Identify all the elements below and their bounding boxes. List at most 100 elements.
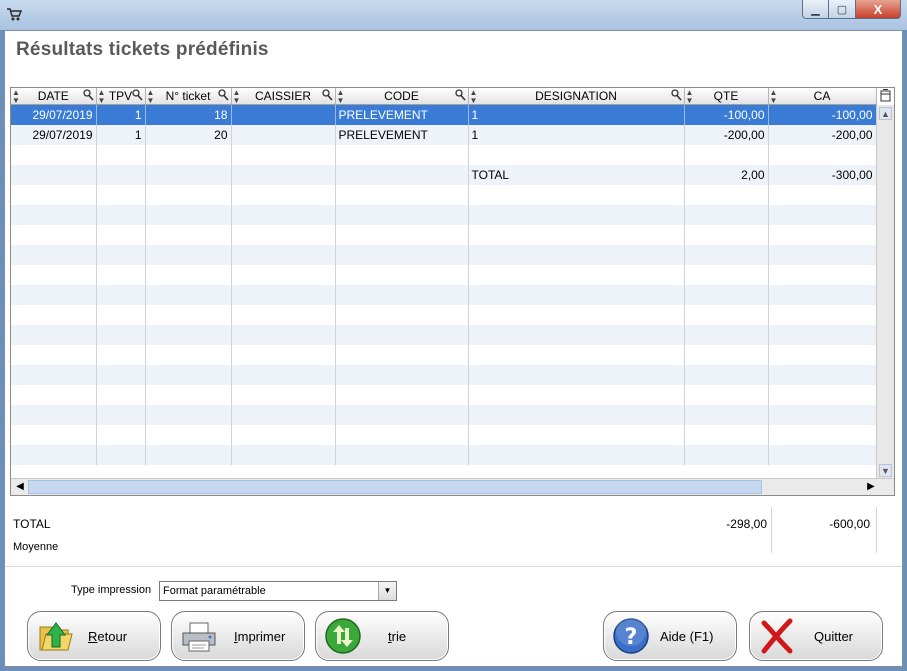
table-cell-ticket: [145, 345, 232, 365]
table-header: ▲ ▼ DATE ▲ ▼ TPV ▲ ▼ N° ticket ▲ ▼ CAISSIER ▲ ▼ CO…: [11, 88, 877, 105]
scroll-right-icon[interactable]: ▶: [864, 480, 878, 494]
scroll-thumb[interactable]: [28, 480, 762, 494]
table-cell-date: 29/07/2019: [11, 125, 97, 145]
window-controls: ▁ ▢ X: [802, 0, 901, 20]
table-row[interactable]: [11, 385, 877, 405]
col-header-code[interactable]: ▲ ▼ CODE: [335, 88, 469, 105]
footer-total-qte: -298,00: [726, 517, 767, 531]
table-cell-ca: [768, 325, 877, 345]
table-cell-caissier: [231, 325, 336, 345]
table-cell-tpv: [96, 425, 146, 445]
table-cell-code: PRELEVEMENT: [335, 125, 469, 145]
shopping-cart-icon: [7, 8, 22, 21]
scroll-up-icon[interactable]: ▲: [879, 107, 892, 120]
table-cell-caissier: [231, 405, 336, 425]
col-header-ticket[interactable]: ▲ ▼ N° ticket: [145, 88, 232, 105]
search-icon[interactable]: [454, 89, 466, 101]
trie-button[interactable]: trie: [315, 611, 449, 661]
separator: [5, 566, 902, 567]
search-icon[interactable]: [131, 89, 143, 101]
table-cell-designation: [468, 145, 685, 165]
table-cell-designation: [468, 285, 685, 305]
table-row[interactable]: [11, 185, 877, 205]
table-row[interactable]: [11, 425, 877, 445]
table-row[interactable]: [11, 225, 877, 245]
vertical-scrollbar[interactable]: ▲ ▼: [876, 105, 894, 479]
table-row[interactable]: [11, 305, 877, 325]
red-x-icon: [761, 618, 793, 654]
col-header-caissier[interactable]: ▲ ▼ CAISSIER: [231, 88, 336, 105]
minimize-button[interactable]: ▁: [802, 0, 829, 19]
quitter-button[interactable]: Quitter: [749, 611, 883, 661]
table-cell-caissier: [231, 245, 336, 265]
sort-icon: ▲ ▼: [336, 88, 345, 105]
table-cell-ticket: [145, 285, 232, 305]
table-cell-date: [11, 165, 97, 185]
print-type-select[interactable]: Format paramétrable ▼: [159, 581, 397, 601]
table-row[interactable]: [11, 205, 877, 225]
table-row[interactable]: [11, 245, 877, 265]
table-row[interactable]: [11, 445, 877, 465]
table-row[interactable]: [11, 405, 877, 425]
green-sort-arrows-icon: [325, 618, 361, 654]
footer-divider: [771, 507, 772, 553]
col-header-designation[interactable]: ▲ ▼ DESIGNATION: [468, 88, 685, 105]
table-cell-code: [335, 285, 469, 305]
trie-label: trie: [388, 629, 407, 644]
table-row[interactable]: [11, 365, 877, 385]
print-type-label: Type impression: [71, 584, 152, 596]
table-cell-code: PRELEVEMENT: [335, 104, 469, 125]
col-header-ca[interactable]: ▲ ▼ CA: [768, 88, 877, 105]
table-cell-qte: [684, 365, 769, 385]
table-cell-tpv: [96, 205, 146, 225]
retour-label: Retour: [88, 629, 128, 644]
table-cell-designation: [468, 365, 685, 385]
table-row[interactable]: [11, 285, 877, 305]
col-header-date[interactable]: ▲ ▼ DATE: [11, 88, 97, 105]
table-cell-code: [335, 225, 469, 245]
table-cell-code: [335, 205, 469, 225]
sort-icon: ▲ ▼: [469, 88, 478, 105]
search-icon[interactable]: [670, 89, 682, 101]
table-row[interactable]: 29/07/2019 1 20 PRELEVEMENT 1 -200,00 -200,00: [11, 125, 877, 145]
col-header-qte[interactable]: ▲ ▼ QTE: [684, 88, 769, 105]
chevron-down-icon[interactable]: ▼: [378, 582, 396, 600]
table-row[interactable]: TOTAL 2,00 -300,00: [11, 165, 877, 185]
table-cell-ca: [768, 445, 877, 465]
table-cell-tpv: [96, 405, 146, 425]
table-cell-designation: [468, 385, 685, 405]
table-row[interactable]: [11, 145, 877, 165]
search-icon[interactable]: [82, 89, 94, 101]
aide-button[interactable]: ? Aide (F1): [603, 611, 737, 661]
table-cell-ticket: [145, 385, 232, 405]
table-cell-qte: [684, 345, 769, 365]
table-cell-qte: [684, 405, 769, 425]
table-cell-tpv: [96, 345, 146, 365]
scroll-down-icon[interactable]: ▼: [879, 464, 892, 477]
table-cell-ca: [768, 145, 877, 165]
col-header-tpv[interactable]: ▲ ▼ TPV: [96, 88, 146, 105]
maximize-button[interactable]: ▢: [829, 0, 856, 19]
sort-icon: ▲ ▼: [97, 88, 106, 105]
table-cell-date: [11, 305, 97, 325]
retour-button[interactable]: Retour: [27, 611, 161, 661]
table-row[interactable]: [11, 325, 877, 345]
table-cell-tpv: 1: [96, 125, 146, 145]
table-row[interactable]: [11, 265, 877, 285]
table-cell-caissier: [231, 205, 336, 225]
search-icon[interactable]: [321, 89, 333, 101]
scroll-left-icon[interactable]: ◀: [13, 480, 27, 494]
table-cell-ticket: [145, 245, 232, 265]
close-button[interactable]: X: [856, 0, 901, 19]
horizontal-scrollbar[interactable]: ◀ ▶: [11, 478, 894, 495]
table-cell-designation: [468, 205, 685, 225]
table-cell-ca: -200,00: [768, 125, 877, 145]
search-icon[interactable]: [217, 89, 229, 101]
table-cell-qte: [684, 265, 769, 285]
aide-label: Aide (F1): [660, 629, 714, 644]
column-chooser-icon[interactable]: [879, 89, 892, 102]
table-row[interactable]: [11, 345, 877, 365]
imprimer-button[interactable]: Imprimer: [171, 611, 305, 661]
table-cell-tpv: [96, 265, 146, 285]
table-row[interactable]: 29/07/2019 1 18 PRELEVEMENT 1 -100,00 -100,00: [11, 104, 877, 125]
